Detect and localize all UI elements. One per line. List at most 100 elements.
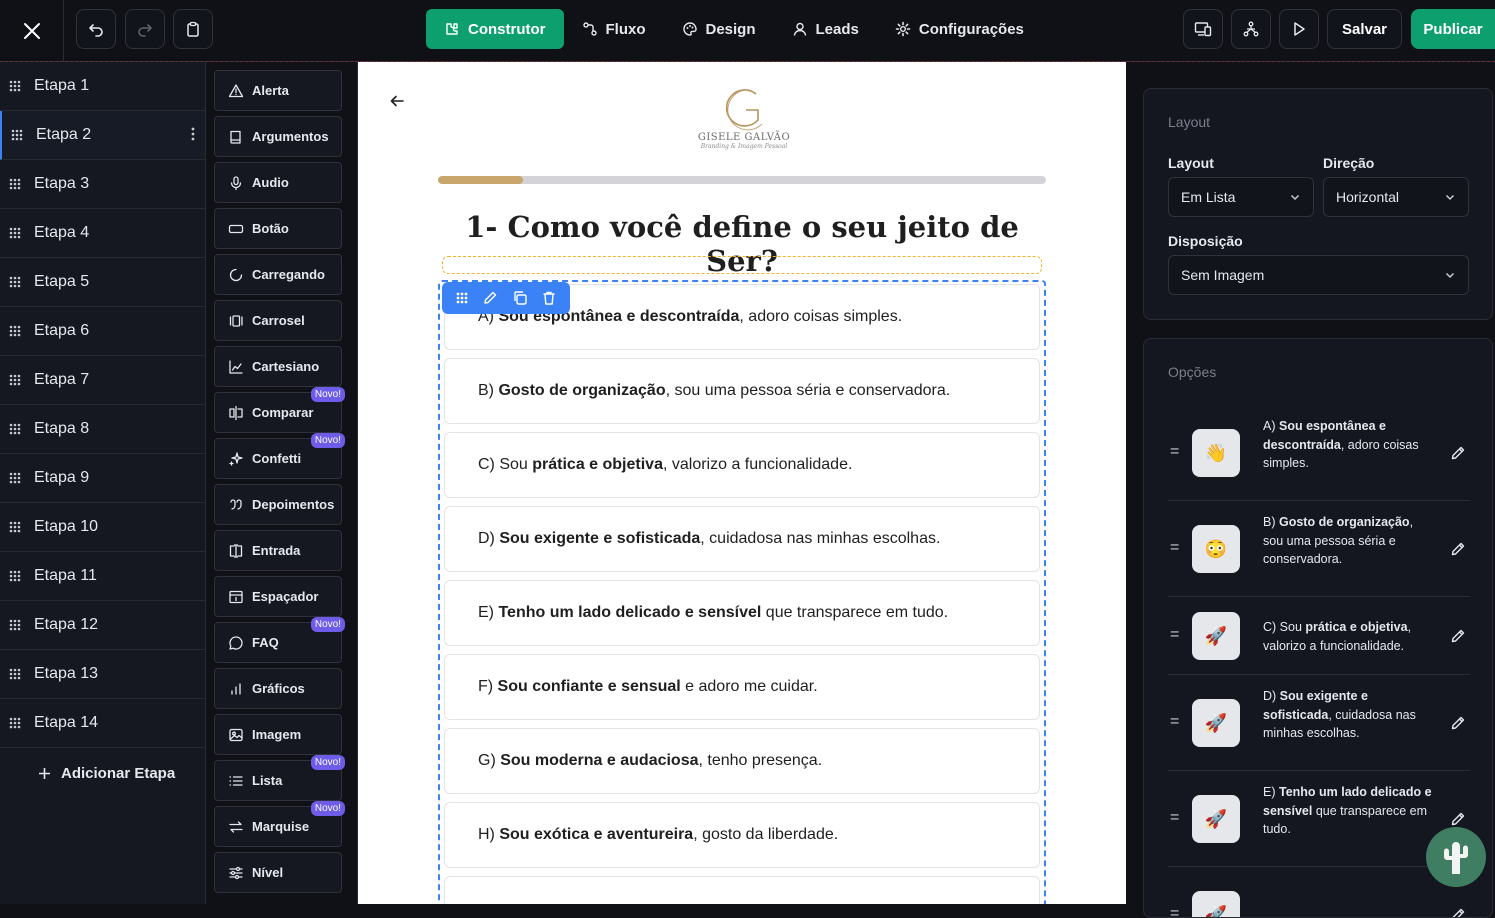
- option-list-item[interactable]: =🚀C) Sou prática e objetiva, valorizo a …: [1168, 597, 1470, 675]
- step-item[interactable]: Etapa 2: [0, 111, 205, 160]
- answer-option[interactable]: C) Sou prática e objetiva, valorizo a fu…: [444, 432, 1040, 498]
- component-espacador[interactable]: Espaçador: [214, 576, 342, 617]
- component-marquise[interactable]: MarquiseNovo!: [214, 806, 342, 847]
- pencil-icon[interactable]: [1450, 541, 1466, 557]
- device-preview-button[interactable]: [1183, 9, 1223, 49]
- reorder-handle-icon[interactable]: =: [1170, 713, 1179, 731]
- pencil-icon[interactable]: [1450, 811, 1466, 827]
- component-cartesiano[interactable]: Cartesiano: [214, 346, 342, 387]
- pencil-icon[interactable]: [1450, 628, 1466, 644]
- undo-button[interactable]: [76, 9, 116, 49]
- drag-handle-icon[interactable]: [8, 226, 22, 240]
- step-item[interactable]: Etapa 7: [0, 356, 205, 405]
- direction-select[interactable]: Horizontal: [1323, 177, 1469, 217]
- play-preview-button[interactable]: [1279, 9, 1319, 49]
- step-item[interactable]: Etapa 14: [0, 699, 205, 748]
- component-carregando[interactable]: Carregando: [214, 254, 342, 295]
- component-carrosel[interactable]: Carrosel: [214, 300, 342, 341]
- drag-handle-icon[interactable]: [455, 291, 469, 305]
- tab-construtor[interactable]: Construtor: [426, 9, 564, 49]
- option-emoji-thumb[interactable]: 🚀: [1192, 795, 1240, 843]
- option-emoji-thumb[interactable]: 🚀: [1192, 891, 1240, 918]
- option-list-item[interactable]: =👋A) Sou espontânea e descontraída, ador…: [1168, 405, 1470, 501]
- answer-option[interactable]: H) Sou exótica e aventureira, gosto da l…: [444, 802, 1040, 868]
- step-item[interactable]: Etapa 10: [0, 503, 205, 552]
- step-item[interactable]: Etapa 9: [0, 454, 205, 503]
- option-emoji-thumb[interactable]: 👋: [1192, 429, 1240, 477]
- answer-option[interactable]: B) Gosto de organização, sou uma pessoa …: [444, 358, 1040, 424]
- component-nivel[interactable]: Nível: [214, 852, 342, 893]
- help-chat-button[interactable]: [1426, 827, 1486, 887]
- reorder-handle-icon[interactable]: =: [1170, 443, 1179, 461]
- step-item[interactable]: Etapa 1: [0, 62, 205, 111]
- drag-handle-icon[interactable]: [8, 373, 22, 387]
- component-entrada[interactable]: Entrada: [214, 530, 342, 571]
- component-lista[interactable]: ListaNovo!: [214, 760, 342, 801]
- tab-leads[interactable]: Leads: [774, 9, 877, 49]
- option-list-item[interactable]: =🚀F) Sou confiante e: [1168, 867, 1470, 918]
- drag-handle-icon[interactable]: [8, 422, 22, 436]
- pencil-icon[interactable]: [1450, 445, 1466, 461]
- option-emoji-thumb[interactable]: 🚀: [1192, 612, 1240, 660]
- component-comparar[interactable]: CompararNovo!: [214, 392, 342, 433]
- answer-option[interactable]: F) Sou confiante e sensual e adoro me cu…: [444, 654, 1040, 720]
- drag-handle-icon[interactable]: [8, 79, 22, 93]
- layout-select[interactable]: Em Lista: [1168, 177, 1314, 217]
- step-item[interactable]: Etapa 3: [0, 160, 205, 209]
- pencil-icon[interactable]: [1450, 907, 1466, 918]
- answer-option-partial[interactable]: [444, 876, 1040, 904]
- option-list-item[interactable]: =🚀E) Tenho um lado delicado e sensível q…: [1168, 771, 1470, 867]
- component-graficos[interactable]: Gráficos: [214, 668, 342, 709]
- step-item[interactable]: Etapa 8: [0, 405, 205, 454]
- reorder-handle-icon[interactable]: =: [1170, 539, 1179, 557]
- redo-button[interactable]: [125, 9, 165, 49]
- tab-fluxo[interactable]: Fluxo: [564, 9, 664, 49]
- tab-design[interactable]: Design: [664, 9, 774, 49]
- option-list-item[interactable]: =🚀D) Sou exigente e sofisticada, cuidado…: [1168, 675, 1470, 771]
- drag-handle-icon[interactable]: [8, 520, 22, 534]
- option-emoji-thumb[interactable]: 😳: [1192, 525, 1240, 573]
- reorder-handle-icon[interactable]: =: [1170, 626, 1179, 644]
- step-item[interactable]: Etapa 6: [0, 307, 205, 356]
- clipboard-button[interactable]: [173, 9, 213, 49]
- pencil-icon[interactable]: [1450, 715, 1466, 731]
- drag-handle-icon[interactable]: [10, 128, 24, 142]
- component-imagem[interactable]: Imagem: [214, 714, 342, 755]
- trash-icon[interactable]: [541, 290, 557, 306]
- component-depoimentos[interactable]: Depoimentos: [214, 484, 342, 525]
- drag-handle-icon[interactable]: [8, 667, 22, 681]
- step-item[interactable]: Etapa 12: [0, 601, 205, 650]
- component-argumentos[interactable]: Argumentos: [214, 116, 342, 157]
- option-emoji-thumb[interactable]: 🚀: [1192, 699, 1240, 747]
- component-faq[interactable]: FAQNovo!: [214, 622, 342, 663]
- drag-handle-icon[interactable]: [8, 471, 22, 485]
- drag-handle-icon[interactable]: [8, 716, 22, 730]
- edit-icon[interactable]: [482, 290, 498, 306]
- close-button[interactable]: [0, 0, 64, 62]
- reorder-handle-icon[interactable]: =: [1170, 905, 1179, 918]
- more-vertical-icon[interactable]: [191, 127, 195, 141]
- component-botao[interactable]: Botão: [214, 208, 342, 249]
- add-step-button[interactable]: Adicionar Etapa: [0, 748, 205, 798]
- step-item[interactable]: Etapa 11: [0, 552, 205, 601]
- drag-handle-icon[interactable]: [8, 569, 22, 583]
- step-item[interactable]: Etapa 13: [0, 650, 205, 699]
- step-item[interactable]: Etapa 5: [0, 258, 205, 307]
- reorder-handle-icon[interactable]: =: [1170, 809, 1179, 827]
- tab-configuracoes[interactable]: Configurações: [877, 9, 1042, 49]
- option-list-item[interactable]: =😳B) Gosto de organização, sou uma pesso…: [1168, 501, 1470, 597]
- component-alerta[interactable]: Alerta: [214, 70, 342, 111]
- back-button[interactable]: [390, 94, 404, 108]
- disposition-select[interactable]: Sem Imagem: [1168, 255, 1469, 295]
- drag-handle-icon[interactable]: [8, 275, 22, 289]
- save-button[interactable]: Salvar: [1327, 9, 1402, 49]
- step-item[interactable]: Etapa 4: [0, 209, 205, 258]
- spacer-block[interactable]: [442, 256, 1042, 274]
- publish-button[interactable]: Publicar: [1411, 9, 1495, 49]
- answer-option[interactable]: G) Sou moderna e audaciosa, tenho presen…: [444, 728, 1040, 794]
- component-audio[interactable]: Audio: [214, 162, 342, 203]
- drag-handle-icon[interactable]: [8, 618, 22, 632]
- answer-option[interactable]: E) Tenho um lado delicado e sensível que…: [444, 580, 1040, 646]
- answer-option[interactable]: D) Sou exigente e sofisticada, cuidadosa…: [444, 506, 1040, 572]
- drag-handle-icon[interactable]: [8, 177, 22, 191]
